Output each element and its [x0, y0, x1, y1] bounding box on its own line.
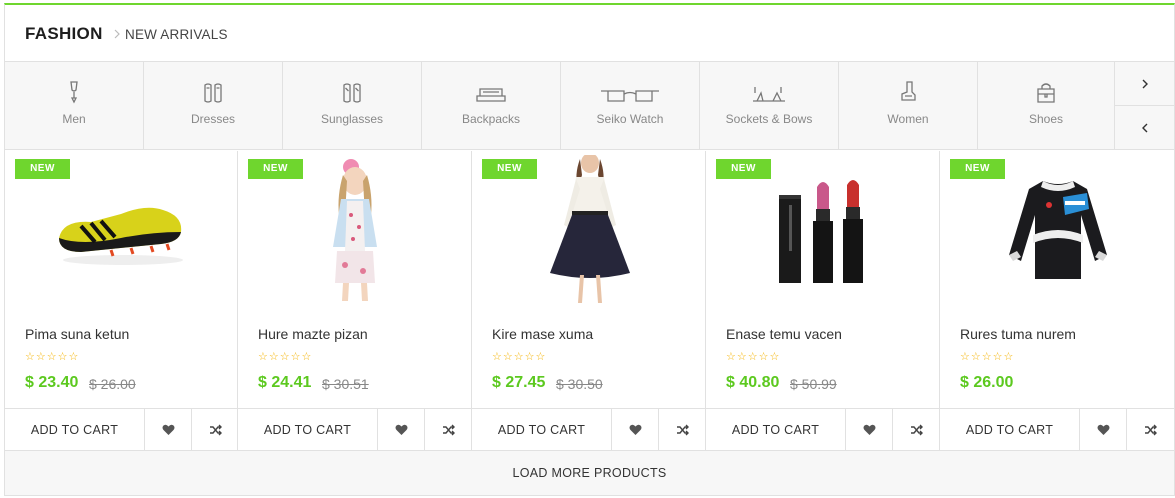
compare-button[interactable]: [1127, 409, 1174, 451]
add-to-cart-button[interactable]: ADD TO CART: [5, 409, 145, 451]
women-icon: [899, 76, 917, 104]
new-badge: NEW: [248, 159, 303, 179]
product-actions: ADD TO CART: [238, 408, 471, 451]
product-old-price: $ 50.99: [790, 376, 837, 392]
add-to-cart-button[interactable]: ADD TO CART: [940, 409, 1080, 451]
compare-button[interactable]: [425, 409, 472, 451]
backpack-icon: [475, 76, 507, 104]
product-card: NEW Hure mazte pizan ☆☆☆☆☆ $ 24.41 $ 30.…: [238, 151, 472, 451]
category-seiko-watch[interactable]: Seiko Watch: [561, 62, 700, 150]
category-dresses[interactable]: Dresses: [144, 62, 283, 150]
product-old-price: $ 30.51: [322, 376, 369, 392]
product-price: $ 26.00: [960, 374, 1014, 391]
heart-icon: [395, 424, 407, 435]
load-more-button[interactable]: LOAD MORE PRODUCTS: [5, 450, 1174, 495]
category-carousel: Men Dresses Sunglasses Backpacks Seiko W…: [5, 62, 1175, 150]
compare-button[interactable]: [659, 409, 706, 451]
category-sunglasses[interactable]: Sunglasses: [283, 62, 422, 150]
category-label: Backpacks: [461, 112, 521, 126]
bows-icon: [751, 76, 787, 104]
men-icon: [67, 76, 81, 104]
new-badge: NEW: [716, 159, 771, 179]
wishlist-button[interactable]: [612, 409, 659, 451]
product-name[interactable]: Kire mase xuma: [492, 326, 593, 342]
compare-button[interactable]: [893, 409, 940, 451]
product-actions: ADD TO CART: [940, 408, 1175, 451]
heart-icon: [1097, 424, 1109, 435]
new-badge: NEW: [950, 159, 1005, 179]
product-price: $ 23.40: [25, 374, 79, 391]
category-women[interactable]: Women: [839, 62, 978, 150]
breadcrumb: NEW ARRIVALS: [125, 27, 228, 42]
new-arrivals-module: FASHION NEW ARRIVALS Men Dresses Sunglas…: [4, 3, 1175, 496]
category-label: Sunglasses: [320, 112, 384, 126]
wishlist-button[interactable]: [145, 409, 192, 451]
product-old-price: $ 26.00: [89, 376, 136, 392]
module-header: FASHION NEW ARRIVALS: [5, 5, 1174, 62]
category-label: Sockets & Bows: [725, 112, 813, 126]
shuffle-icon: [1144, 424, 1157, 436]
product-price: $ 24.41: [258, 374, 312, 391]
category-label: Dresses: [190, 112, 235, 126]
category-sockets-bows[interactable]: Sockets & Bows: [700, 62, 839, 150]
product-name[interactable]: Rures tuma nurem: [960, 326, 1076, 342]
new-badge: NEW: [482, 159, 537, 179]
category-prev-button[interactable]: [1115, 106, 1175, 149]
heart-icon: [863, 424, 875, 435]
product-card: NEW Rures tuma nurem ☆☆☆☆☆ $ 26.00 ADD T…: [940, 151, 1175, 451]
shuffle-icon: [910, 424, 923, 436]
rating-stars: ☆☆☆☆☆: [726, 351, 781, 363]
category-shoes[interactable]: Shoes: [978, 62, 1115, 150]
product-grid: NEW Pima suna ketun ☆☆☆☆☆ $ 23.40 $ 26.0…: [5, 151, 1175, 451]
product-actions: ADD TO CART: [472, 408, 705, 451]
sunglasses-icon: [342, 76, 362, 104]
category-label: Men: [62, 112, 86, 126]
compare-button[interactable]: [192, 409, 239, 451]
product-card: NEW Enase temu vacen ☆☆☆☆☆ $ 40.80 $ 50.…: [706, 151, 940, 451]
shuffle-icon: [676, 424, 689, 436]
chevron-right-icon: [1142, 79, 1148, 88]
category-label: Seiko Watch: [596, 112, 664, 126]
product-name[interactable]: Hure mazte pizan: [258, 326, 368, 342]
category-label: Shoes: [1028, 112, 1064, 126]
bag-icon: [1036, 76, 1056, 104]
category-backpacks[interactable]: Backpacks: [422, 62, 561, 150]
product-name[interactable]: Pima suna ketun: [25, 326, 129, 342]
new-badge: NEW: [15, 159, 70, 179]
shuffle-icon: [442, 424, 455, 436]
add-to-cart-button[interactable]: ADD TO CART: [238, 409, 378, 451]
add-to-cart-button[interactable]: ADD TO CART: [706, 409, 846, 451]
product-card: NEW Pima suna ketun ☆☆☆☆☆ $ 23.40 $ 26.0…: [5, 151, 238, 451]
category-label: Women: [887, 112, 929, 126]
page-title: FASHION: [25, 24, 103, 43]
add-to-cart-button[interactable]: ADD TO CART: [472, 409, 612, 451]
shuffle-icon: [209, 424, 222, 436]
wishlist-button[interactable]: [846, 409, 893, 451]
product-name[interactable]: Enase temu vacen: [726, 326, 842, 342]
rating-stars: ☆☆☆☆☆: [960, 351, 1015, 363]
category-men[interactable]: Men: [5, 62, 144, 150]
heart-icon: [629, 424, 641, 435]
product-price: $ 40.80: [726, 374, 780, 391]
heart-icon: [162, 424, 174, 435]
chevron-right-icon: [114, 29, 120, 39]
product-actions: ADD TO CART: [706, 408, 939, 451]
rating-stars: ☆☆☆☆☆: [25, 351, 80, 363]
product-card: NEW Kire mase xuma ☆☆☆☆☆ $ 27.45 $ 30.50…: [472, 151, 706, 451]
rating-stars: ☆☆☆☆☆: [258, 351, 313, 363]
wishlist-button[interactable]: [378, 409, 425, 451]
glasses-icon: [600, 76, 660, 104]
chevron-left-icon: [1142, 123, 1148, 132]
wishlist-button[interactable]: [1080, 409, 1127, 451]
product-old-price: $ 30.50: [556, 376, 603, 392]
category-next-button[interactable]: [1115, 62, 1175, 106]
rating-stars: ☆☆☆☆☆: [492, 351, 547, 363]
product-actions: ADD TO CART: [5, 408, 237, 451]
product-price: $ 27.45: [492, 374, 546, 391]
dress-icon: [203, 76, 223, 104]
